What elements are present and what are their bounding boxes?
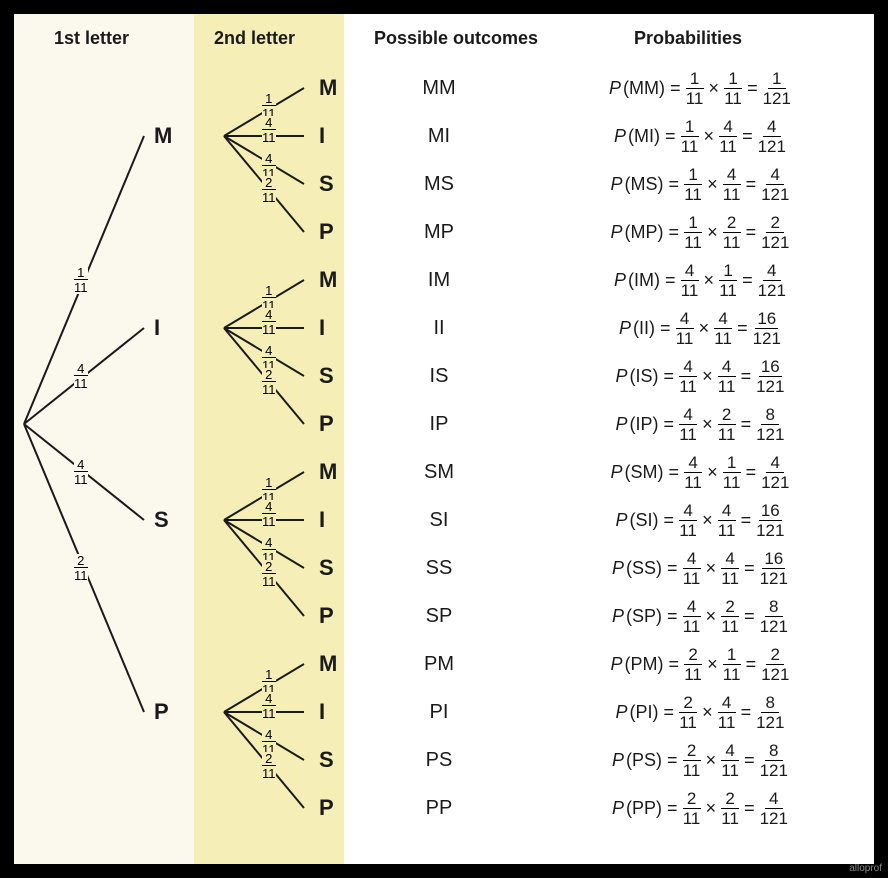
- outcome-label: IS: [349, 365, 529, 388]
- second-letter-IS: S: [319, 363, 334, 389]
- outcome-label: SI: [349, 509, 529, 532]
- probability-expr: P(IS) =411×411=16121: [529, 358, 874, 395]
- probability-expr: P(MP) =111×211=2121: [529, 214, 874, 251]
- outcome-row-MS: MSP(MS) =111×411=4121: [349, 160, 874, 208]
- probability-expr: P(MM) =111×111=1121: [529, 70, 874, 107]
- header-col3: Possible outcomes: [374, 28, 538, 49]
- outcome-row-MI: MIP(MI) =111×411=4121: [349, 112, 874, 160]
- outcome-label: PS: [349, 749, 529, 772]
- second-prob-PP: 211: [262, 752, 276, 780]
- first-prob-P: 211: [74, 554, 88, 582]
- header-col4: Probabilities: [634, 28, 742, 49]
- first-letter-S: S: [154, 507, 169, 533]
- first-letter-P: P: [154, 699, 169, 725]
- probability-expr: P(SS) =411×411=16121: [529, 550, 874, 587]
- outcome-row-MM: MMP(MM) =111×111=1121: [349, 64, 874, 112]
- first-prob-S: 411: [74, 458, 88, 486]
- second-letter-PM: M: [319, 651, 337, 677]
- outcome-label: SS: [349, 557, 529, 580]
- probability-expr: P(PM) =211×111=2121: [529, 646, 874, 683]
- second-letter-II: I: [319, 315, 325, 341]
- second-letter-SI: I: [319, 507, 325, 533]
- probability-expr: P(PI) =211×411=8121: [529, 694, 874, 731]
- probability-expr: P(SI) =411×411=16121: [529, 502, 874, 539]
- probability-expr: P(II) =411×411=16121: [529, 310, 874, 347]
- outcome-row-II: IIP(II) =411×411=16121: [349, 304, 874, 352]
- outcome-row-SP: SPP(SP) =411×211=8121: [349, 592, 874, 640]
- second-prob-IP: 211: [262, 368, 276, 396]
- second-prob-SP: 211: [262, 560, 276, 588]
- outcome-row-SM: SMP(SM) =411×111=4121: [349, 448, 874, 496]
- second-letter-MI: I: [319, 123, 325, 149]
- outcome-label: MP: [349, 221, 529, 244]
- first-prob-I: 411: [74, 362, 88, 390]
- second-letter-MP: P: [319, 219, 334, 245]
- outcome-label: MI: [349, 125, 529, 148]
- second-prob-MP: 211: [262, 176, 276, 204]
- outcome-row-SS: SSP(SS) =411×411=16121: [349, 544, 874, 592]
- probability-expr: P(SM) =411×111=4121: [529, 454, 874, 491]
- second-prob-SI: 411: [262, 500, 276, 528]
- watermark: alloprof: [849, 863, 882, 874]
- second-letter-SP: P: [319, 603, 334, 629]
- outcome-label: SP: [349, 605, 529, 628]
- diagram-container: alloprof 1st letter 2nd letter Possible …: [0, 0, 888, 878]
- tree-svg-wrap: [14, 14, 344, 864]
- second-letter-IP: P: [319, 411, 334, 437]
- outcome-label: PP: [349, 797, 529, 820]
- probability-expr: P(SP) =411×211=8121: [529, 598, 874, 635]
- outcome-row-PI: PIP(PI) =211×411=8121: [349, 688, 874, 736]
- second-letter-PP: P: [319, 795, 334, 821]
- second-prob-PI: 411: [262, 692, 276, 720]
- probability-expr: P(PP) =211×211=4121: [529, 790, 874, 827]
- tree-svg: [14, 14, 344, 864]
- outcome-row-PM: PMP(PM) =211×111=2121: [349, 640, 874, 688]
- outcome-label: PM: [349, 653, 529, 676]
- second-letter-PS: S: [319, 747, 334, 773]
- outcome-label: MS: [349, 173, 529, 196]
- outcome-row-IM: IMP(IM) =411×111=4121: [349, 256, 874, 304]
- probability-expr: P(MI) =111×411=4121: [529, 118, 874, 155]
- outcome-row-IS: ISP(IS) =411×411=16121: [349, 352, 874, 400]
- outcome-label: PI: [349, 701, 529, 724]
- outcome-label: IP: [349, 413, 529, 436]
- second-prob-MI: 411: [262, 116, 276, 144]
- outcome-label: SM: [349, 461, 529, 484]
- second-letter-PI: I: [319, 699, 325, 725]
- outcome-label: MM: [349, 77, 529, 100]
- diagram-inner: 1st letter 2nd letter Possible outcomes …: [14, 14, 874, 864]
- first-letter-M: M: [154, 123, 172, 149]
- second-letter-MS: S: [319, 171, 334, 197]
- probability-expr: P(MS) =111×411=4121: [529, 166, 874, 203]
- second-letter-SS: S: [319, 555, 334, 581]
- outcome-label: IM: [349, 269, 529, 292]
- outcome-row-PP: PPP(PP) =211×211=4121: [349, 784, 874, 832]
- second-letter-MM: M: [319, 75, 337, 101]
- outcome-label: II: [349, 317, 529, 340]
- probability-expr: P(IM) =411×111=4121: [529, 262, 874, 299]
- probability-expr: P(PS) =211×411=8121: [529, 742, 874, 779]
- outcome-row-PS: PSP(PS) =211×411=8121: [349, 736, 874, 784]
- second-prob-II: 411: [262, 308, 276, 336]
- outcome-row-MP: MPP(MP) =111×211=2121: [349, 208, 874, 256]
- outcome-row-SI: SIP(SI) =411×411=16121: [349, 496, 874, 544]
- probability-expr: P(IP) =411×211=8121: [529, 406, 874, 443]
- second-letter-IM: M: [319, 267, 337, 293]
- first-letter-I: I: [154, 315, 160, 341]
- second-letter-SM: M: [319, 459, 337, 485]
- outcome-row-IP: IPP(IP) =411×211=8121: [349, 400, 874, 448]
- outcomes-column: MMP(MM) =111×111=1121MIP(MI) =111×411=41…: [349, 64, 874, 864]
- first-prob-M: 111: [74, 266, 88, 294]
